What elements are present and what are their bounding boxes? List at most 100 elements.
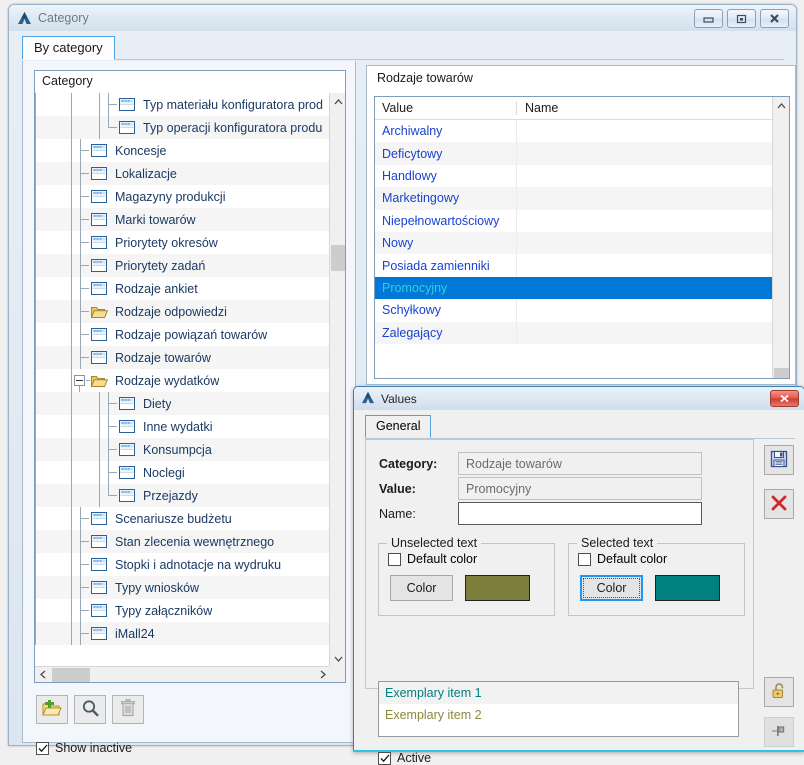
category-tree[interactable]: Category Typ materiału konfiguratora pro…	[34, 70, 346, 683]
table-row[interactable]: Posiada zamienniki	[375, 254, 789, 277]
tree-vertical-scrollbar[interactable]	[329, 93, 345, 667]
unlock-button[interactable]	[764, 677, 794, 707]
save-button[interactable]	[764, 445, 794, 475]
tree-item[interactable]: Marki towarów	[35, 208, 331, 231]
tree-expander-icon[interactable]	[72, 369, 90, 392]
tree-item[interactable]: Przejazdy	[35, 484, 331, 507]
dialog-pin-button-wrap	[764, 717, 794, 747]
table-row[interactable]: Deficytowy	[375, 142, 789, 165]
dialog-close-button[interactable]	[770, 390, 799, 407]
preview-item-1: Exemplary item 1	[379, 682, 738, 704]
tree-item[interactable]: Rodzaje ankiet	[35, 277, 331, 300]
values-grid[interactable]: Value Name Archiwalny Deficytowy Handlowy M…	[374, 96, 790, 379]
unselected-color-controls: Color	[390, 575, 554, 601]
table-row[interactable]: Niepełnowartościowy	[375, 209, 789, 232]
tree-item[interactable]: Rodzaje wydatków	[35, 369, 331, 392]
tree-item[interactable]: Scenariusze budżetu	[35, 507, 331, 530]
table-row[interactable]: Schyłkowy	[375, 299, 789, 322]
table-row[interactable]: Zalegający	[375, 321, 789, 344]
cell-name	[516, 254, 789, 277]
tree-item[interactable]: Rodzaje powiązań towarów	[35, 323, 331, 346]
tree-item-label: Konsumpcja	[143, 442, 212, 457]
add-folder-button[interactable]	[36, 695, 68, 724]
folder-icon	[91, 374, 108, 388]
tree-item[interactable]: Typy załączników	[35, 599, 331, 622]
scroll-left-icon[interactable]	[35, 667, 51, 683]
tree-item[interactable]: Diety	[35, 392, 331, 415]
unselected-default-color-checkbox[interactable]	[388, 552, 401, 566]
selected-default-color-row[interactable]: Default color	[578, 552, 744, 566]
preview-item-2: Exemplary item 2	[385, 708, 482, 722]
window-titlebar: Category	[9, 5, 796, 31]
scroll-up-icon[interactable]	[330, 93, 345, 110]
tree-item[interactable]: Rodzaje towarów	[35, 346, 331, 369]
tree-item[interactable]: Priorytety zadań	[35, 254, 331, 277]
trash-icon	[120, 699, 136, 720]
unselected-default-color-row[interactable]: Default color	[388, 552, 554, 566]
column-header-name[interactable]: Name	[516, 101, 789, 115]
dialog-bottom-accent	[353, 750, 804, 752]
table-row[interactable]: Archiwalny	[375, 120, 789, 143]
column-header-value[interactable]: Value	[375, 101, 516, 115]
close-icon[interactable]	[760, 8, 789, 28]
show-inactive-checkbox[interactable]	[36, 741, 49, 755]
grid-scroll-thumb[interactable]	[774, 368, 789, 378]
tree-item[interactable]: Noclegi	[35, 461, 331, 484]
cancel-button[interactable]	[764, 489, 794, 519]
unselected-color-swatch[interactable]	[465, 575, 530, 601]
delete-button[interactable]	[112, 695, 144, 724]
cell-value: Handlowy	[382, 168, 437, 183]
tree-item-label: iMall24	[115, 626, 155, 641]
tree-item[interactable]: Typ operacji konfiguratora produ	[35, 116, 331, 139]
table-row[interactable]: Nowy	[375, 231, 789, 255]
cell-name	[516, 187, 789, 210]
category-field: Rodzaje towarów	[458, 452, 702, 475]
show-inactive-row[interactable]: Show inactive	[36, 741, 132, 755]
name-input[interactable]	[458, 502, 702, 525]
grid-vertical-scrollbar[interactable]	[772, 97, 789, 378]
tree-item[interactable]: Lokalizacje	[35, 162, 331, 185]
tree-item-label: Lokalizacje	[115, 166, 177, 181]
scroll-down-icon[interactable]	[330, 650, 345, 667]
minimize-icon[interactable]	[694, 8, 723, 28]
search-button[interactable]	[74, 695, 106, 724]
unselected-color-button[interactable]: Color	[390, 575, 453, 601]
tree-item[interactable]: Typ materiału konfiguratora prod	[35, 93, 331, 116]
pin-button[interactable]	[764, 717, 794, 747]
table-row-selected[interactable]: Promocyjny	[375, 276, 789, 300]
grid-scroll-up-icon[interactable]	[773, 97, 789, 115]
selected-color-swatch[interactable]	[655, 575, 720, 601]
tree-item[interactable]: Stan zlecenia wewnętrznego	[35, 530, 331, 553]
tree-hscroll-thumb[interactable]	[52, 668, 90, 682]
tree-item[interactable]: Rodzaje odpowiedzi	[35, 300, 331, 323]
tree-horizontal-scrollbar[interactable]	[35, 666, 331, 682]
table-icon	[119, 97, 136, 112]
tab-by-category[interactable]: By category	[22, 36, 115, 60]
selected-default-color-checkbox[interactable]	[578, 552, 591, 566]
dialog-tabstrip: General	[365, 413, 795, 439]
tree-item[interactable]: Inne wydatki	[35, 415, 331, 438]
tree-item[interactable]: Konsumpcja	[35, 438, 331, 461]
table-icon	[91, 534, 108, 549]
tree-item[interactable]: Typy wniosków	[35, 576, 331, 599]
tree-item-label: Noclegi	[143, 465, 185, 480]
selected-color-controls: Color	[580, 575, 744, 601]
table-icon	[119, 442, 136, 457]
active-row[interactable]: Active	[378, 751, 431, 765]
selected-color-button[interactable]: Color	[580, 575, 643, 601]
tree-item[interactable]: Magazyny produkcji	[35, 185, 331, 208]
tree-item[interactable]: Koncesje	[35, 139, 331, 162]
cell-name	[516, 276, 789, 300]
tree-item[interactable]: iMall24	[35, 622, 331, 645]
grid-rows-container: Archiwalny Deficytowy Handlowy Marketingowy…	[375, 120, 789, 344]
active-checkbox[interactable]	[378, 751, 391, 765]
tree-item[interactable]: Stopki i adnotacje na wydruku	[35, 553, 331, 576]
tree-item-label: Typy wniosków	[115, 580, 200, 595]
table-row[interactable]: Handlowy	[375, 164, 789, 188]
dialog-save-button-wrap	[764, 445, 794, 475]
tree-scroll-thumb[interactable]	[331, 245, 345, 271]
tree-item[interactable]: Priorytety okresów	[35, 231, 331, 254]
tab-general[interactable]: General	[365, 415, 432, 438]
restore-icon[interactable]	[727, 8, 756, 28]
table-row[interactable]: Marketingowy	[375, 187, 789, 210]
